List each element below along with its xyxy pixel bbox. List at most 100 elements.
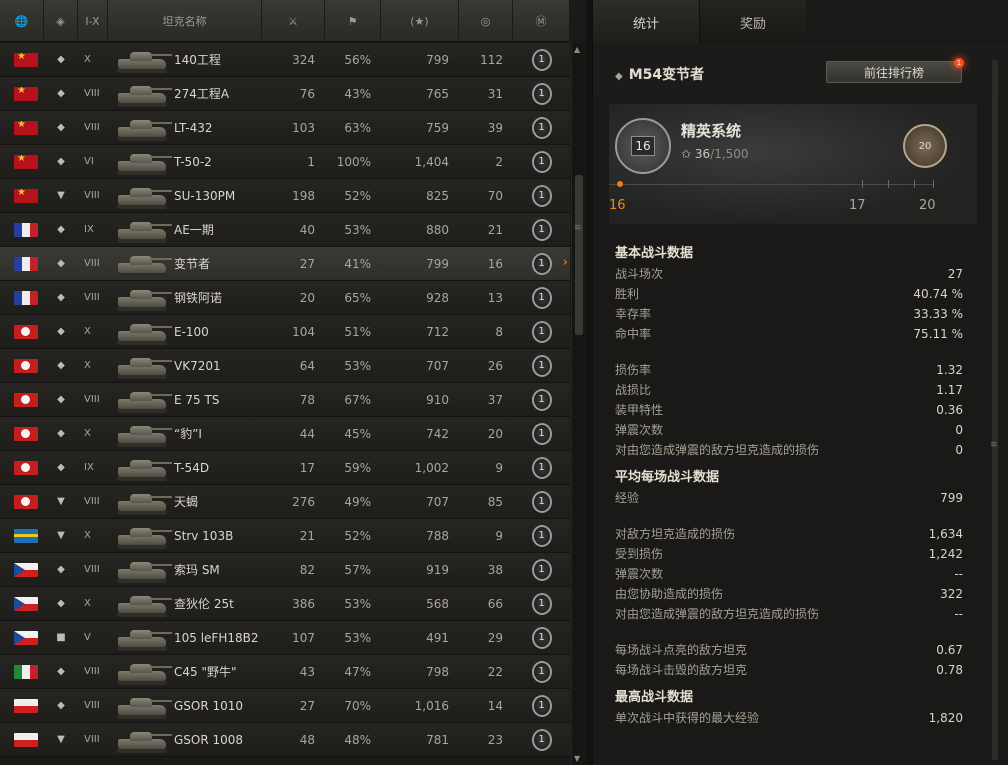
- table-row[interactable]: ◆ VIII GSOR 1010 27 70% 1,016 14 1: [0, 689, 570, 723]
- mastery-cell: 1 ›: [513, 247, 570, 281]
- scroll-up-icon[interactable]: ▲: [574, 45, 580, 54]
- mastery-badge-icon: 1: [531, 48, 552, 71]
- scrollbar-thumb[interactable]: [992, 60, 998, 760]
- mastery-badge-icon: 1: [531, 252, 552, 275]
- tier-cell: VIII: [84, 394, 100, 405]
- tier-cell: VIII: [84, 496, 100, 507]
- scrollbar-thumb[interactable]: [575, 175, 583, 335]
- table-row[interactable]: ◆ X E-100 104 51% 712 8 1: [0, 315, 570, 349]
- mastery-cell: 1: [513, 655, 570, 689]
- scroll-down-icon[interactable]: ▼: [574, 754, 580, 763]
- battles-cell: 40: [299, 222, 315, 237]
- nation-cell: [0, 587, 44, 621]
- winrate-cell: 53%: [344, 596, 371, 611]
- table-row[interactable]: ◆ X 查狄伦 25t 386 53% 568 66 1: [0, 587, 570, 621]
- table-row[interactable]: ◆ X VK7201 64 53% 707 26 1: [0, 349, 570, 383]
- vehicle-type-icon: ◆: [57, 666, 65, 677]
- table-row[interactable]: ◆ X “豹”I 44 45% 742 20 1: [0, 417, 570, 451]
- stat-row: 对由您造成弹震的敌方坦克造成的损伤 --: [615, 604, 963, 624]
- vehicle-type-icon: ▼: [57, 530, 65, 541]
- wins-sort-header[interactable]: ⚑: [325, 0, 381, 42]
- table-row[interactable]: ◆ VIII 索玛 SM 82 57% 919 38 1: [0, 553, 570, 587]
- mastery-cell: 1: [513, 213, 570, 247]
- vehicle-title: ◆ M54变节者: [615, 64, 704, 84]
- table-row[interactable]: ◆ IX AE一期 40 53% 880 21 1: [0, 213, 570, 247]
- nation-flag-icon: [14, 494, 38, 509]
- panel-scrollbar[interactable]: ≡: [989, 60, 1001, 760]
- vehicle-name: AE一期: [174, 223, 214, 237]
- tank-image: [112, 453, 174, 483]
- battles-cell: 64: [299, 358, 315, 373]
- vehicle-type-icon: ◆: [57, 258, 65, 269]
- vehicle-name: Strv 103B: [174, 528, 234, 543]
- stat-value: 1.17: [936, 383, 963, 397]
- battles-cell: 82: [299, 562, 315, 577]
- marks-cell: 38: [487, 562, 503, 577]
- nation-flag-icon: [14, 52, 38, 67]
- mastery-cell: 1: [513, 519, 570, 553]
- vehicle-cell: AE一期: [108, 213, 262, 247]
- winrate-cell: 56%: [344, 52, 371, 67]
- vehicle-name: VK7201: [174, 358, 221, 373]
- tab-stats[interactable]: 统计: [593, 0, 700, 44]
- table-row[interactable]: ◆ VIII 274工程A 76 43% 765 31 1: [0, 77, 570, 111]
- star-icon: ✩: [681, 147, 695, 161]
- grip-icon: ≡: [990, 440, 998, 450]
- mastery-cell: 1: [513, 281, 570, 315]
- table-row[interactable]: ◆ VIII C45 "野牛" 43 47% 798 22 1: [0, 655, 570, 689]
- elite-progress: ✩ 36/1,500: [681, 147, 749, 161]
- stat-value: 0: [955, 443, 963, 457]
- stat-label: 战损比: [615, 383, 652, 397]
- table-row[interactable]: ▼ VIII SU-130PM 198 52% 825 70 1: [0, 179, 570, 213]
- table-scrollbar[interactable]: ▲ ≡ ▼: [571, 43, 585, 765]
- battles-sort-header[interactable]: ⚔: [262, 0, 325, 42]
- marks-cell: 37: [487, 392, 503, 407]
- exp-sort-header[interactable]: (★): [381, 0, 459, 42]
- mastery-badge-icon: 1: [531, 184, 552, 207]
- vehicle-cell: SU-130PM: [108, 179, 262, 213]
- nation-flag-icon: [14, 698, 38, 713]
- name-sort-header[interactable]: 坦克名称: [108, 0, 262, 42]
- table-row[interactable]: ◆ X 140工程 324 56% 799 112 1: [0, 43, 570, 77]
- chevron-right-icon: ›: [562, 254, 568, 270]
- mastery-cell: 1: [513, 451, 570, 485]
- mastery-cell: 1: [513, 179, 570, 213]
- nation-flag-icon: [14, 460, 38, 475]
- winrate-cell: 49%: [344, 494, 371, 509]
- vehicle-type-icon: ◆: [57, 462, 65, 473]
- table-row[interactable]: ◆ VI T-50-2 1 100% 1,404 2 1: [0, 145, 570, 179]
- ranking-button[interactable]: 前往排行榜: [826, 61, 962, 83]
- vehicle-cell: Strv 103B: [108, 519, 262, 553]
- type-sort-header[interactable]: ◈: [44, 0, 78, 42]
- tier-cell: VIII: [84, 666, 100, 677]
- table-row[interactable]: ◆ IX T-54D 17 59% 1,002 9 1: [0, 451, 570, 485]
- mastery-sort-header[interactable]: Ⓜ: [513, 0, 570, 42]
- vehicle-type-icon: ▼: [57, 190, 65, 201]
- vehicle-name: GSOR 1010: [174, 698, 244, 713]
- vehicle-list: ◆X140工程32456%7991121◆VIII274工程A7643%7653…: [0, 43, 570, 757]
- stat-value: 0.36: [936, 403, 963, 417]
- table-row[interactable]: ▼ VIII GSOR 1008 48 48% 781 23 1: [0, 723, 570, 757]
- table-row[interactable]: ■ V 105 leFH18B2 107 53% 491 29 1: [0, 621, 570, 655]
- tank-image: [112, 215, 174, 245]
- class-sort-header[interactable]: ◎: [459, 0, 513, 42]
- exp-cell: 928: [426, 290, 449, 305]
- table-row[interactable]: ◆ VIII E 75 TS 78 67% 910 37 1: [0, 383, 570, 417]
- nation-cell: [0, 485, 44, 519]
- table-row[interactable]: ◆ VIII 钢铁阿诺 20 65% 928 13 1: [0, 281, 570, 315]
- tab-rewards[interactable]: 奖励: [700, 0, 806, 44]
- battles-cell: 386: [292, 596, 315, 611]
- vehicle-cell: GSOR 1008: [108, 723, 262, 757]
- table-row[interactable]: ▼ X Strv 103B 21 52% 788 9 1: [0, 519, 570, 553]
- table-row[interactable]: ◆ VIII 变节者 27 41% 799 16 1 ›: [0, 247, 570, 281]
- tier-sort-header[interactable]: I-X: [78, 0, 108, 42]
- stat-value: --: [954, 567, 963, 581]
- nation-sort-header[interactable]: 🌐: [0, 0, 44, 42]
- mastery-badge-icon: 1: [531, 82, 552, 105]
- table-row[interactable]: ▼ VIII 天蝎 276 49% 707 85 1: [0, 485, 570, 519]
- marks-cell: 14: [487, 698, 503, 713]
- table-row[interactable]: ◆ VIII LT-432 103 63% 759 39 1: [0, 111, 570, 145]
- stat-row: 经验 799: [615, 488, 963, 508]
